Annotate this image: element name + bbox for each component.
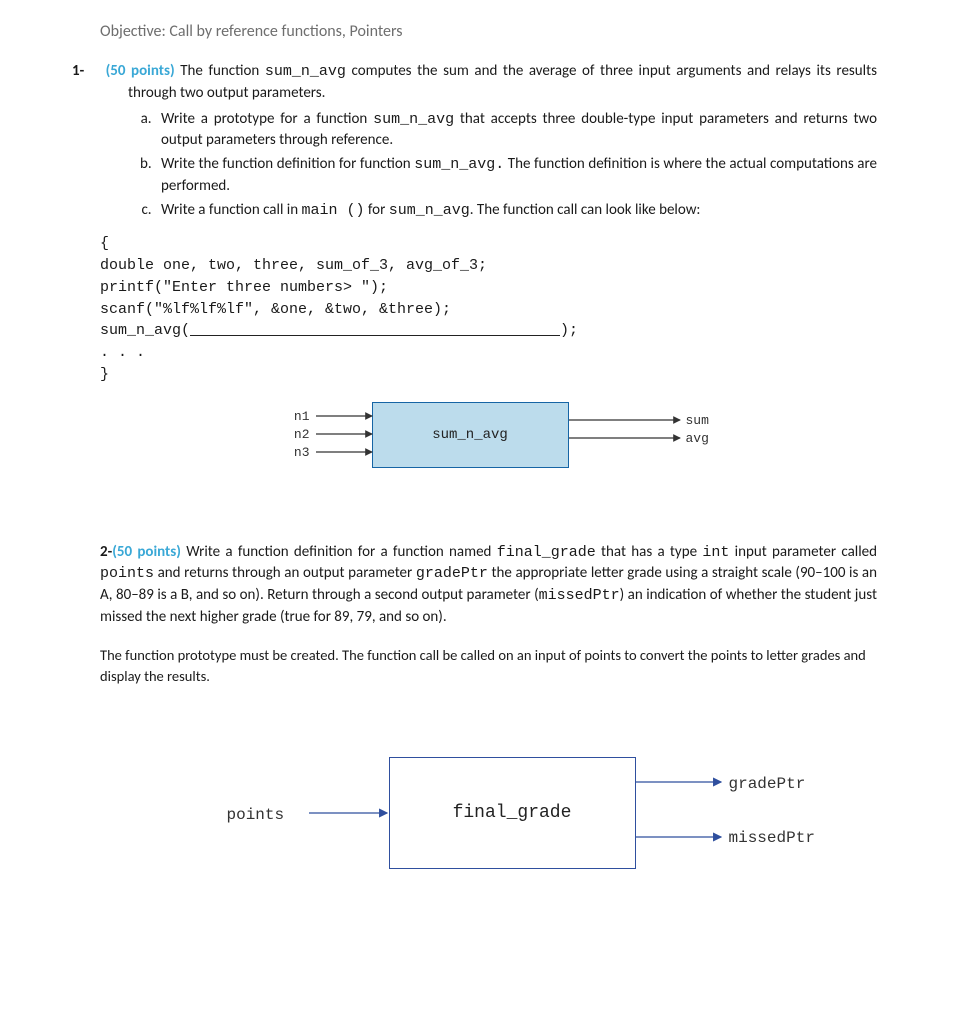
q1c-code2: sum_n_avg [389, 202, 470, 219]
q1c-before: Write a function call in [161, 201, 302, 219]
q1a-before: Write a prototype for a function [161, 110, 373, 128]
q1-code-name: sum_n_avg [265, 63, 346, 80]
d2-arrows [169, 757, 809, 887]
q1-item-c: Write a function call in main () for sum… [155, 200, 877, 222]
q1a-code: sum_n_avg [373, 111, 454, 128]
objective-heading: Objective: Call by reference functions, … [100, 20, 877, 43]
diagram-sum-n-avg: n1 n2 n3 sum_n_avg sum avg [264, 402, 714, 482]
q1b-code: sum_n_avg. [414, 156, 504, 173]
q1c-mid: for [365, 201, 389, 219]
q1-intro: 1- (50 points) The function sum_n_avg co… [100, 61, 877, 105]
page-root: Objective: Call by reference functions, … [0, 0, 967, 947]
q2-points: (50 points) [112, 543, 181, 561]
q1-code-block: { double one, two, three, sum_of_3, avg_… [100, 233, 877, 385]
q2-t4: and returns through an output parameter [154, 564, 416, 582]
code-l6: . . . [100, 344, 145, 361]
code-l4: scanf("%lf%lf%lf", &one, &two, &three); [100, 301, 451, 318]
q1-sublist: Write a prototype for a function sum_n_a… [100, 109, 877, 222]
q2-block: 2- (50 points) Write a function definiti… [100, 542, 877, 687]
q1-item-a: Write a prototype for a function sum_n_a… [155, 109, 877, 153]
code-l1: { [100, 235, 109, 252]
q2-number: 2- [100, 542, 112, 564]
q2-t3: input parameter called [729, 543, 877, 561]
code-l7: } [100, 366, 109, 383]
code-l5b: ); [560, 322, 578, 339]
diagram-final-grade: points final_grade gradePtr missedPtr [169, 757, 809, 887]
q2-c5: missedPtr [539, 587, 620, 604]
q2-c4: gradePtr [416, 565, 488, 582]
q2-t2: that has a type [596, 543, 703, 561]
q1b-before: Write the function definition for functi… [161, 155, 414, 173]
q1c-after: . The function call can look like below: [470, 201, 701, 219]
q1-points: (50 points) [106, 62, 175, 80]
q2-c1: final_grade [497, 544, 596, 561]
q2-p2: The function prototype must be created. … [100, 645, 877, 687]
code-l5a: sum_n_avg( [100, 322, 190, 339]
q2-c3: points [100, 565, 154, 582]
d1-arrows [264, 402, 714, 482]
q1c-code1: main () [302, 202, 365, 219]
code-l3: printf("Enter three numbers> "); [100, 279, 388, 296]
q2-t1: Write a function definition for a functi… [181, 543, 497, 561]
q1-item-b: Write the function definition for functi… [155, 154, 877, 198]
q2-c2: int [702, 544, 729, 561]
code-blank [190, 321, 560, 336]
q2-intro: 2- (50 points) Write a function definiti… [100, 542, 877, 629]
q1-text-a: The function [175, 62, 265, 80]
code-l2: double one, two, three, sum_of_3, avg_of… [100, 257, 487, 274]
